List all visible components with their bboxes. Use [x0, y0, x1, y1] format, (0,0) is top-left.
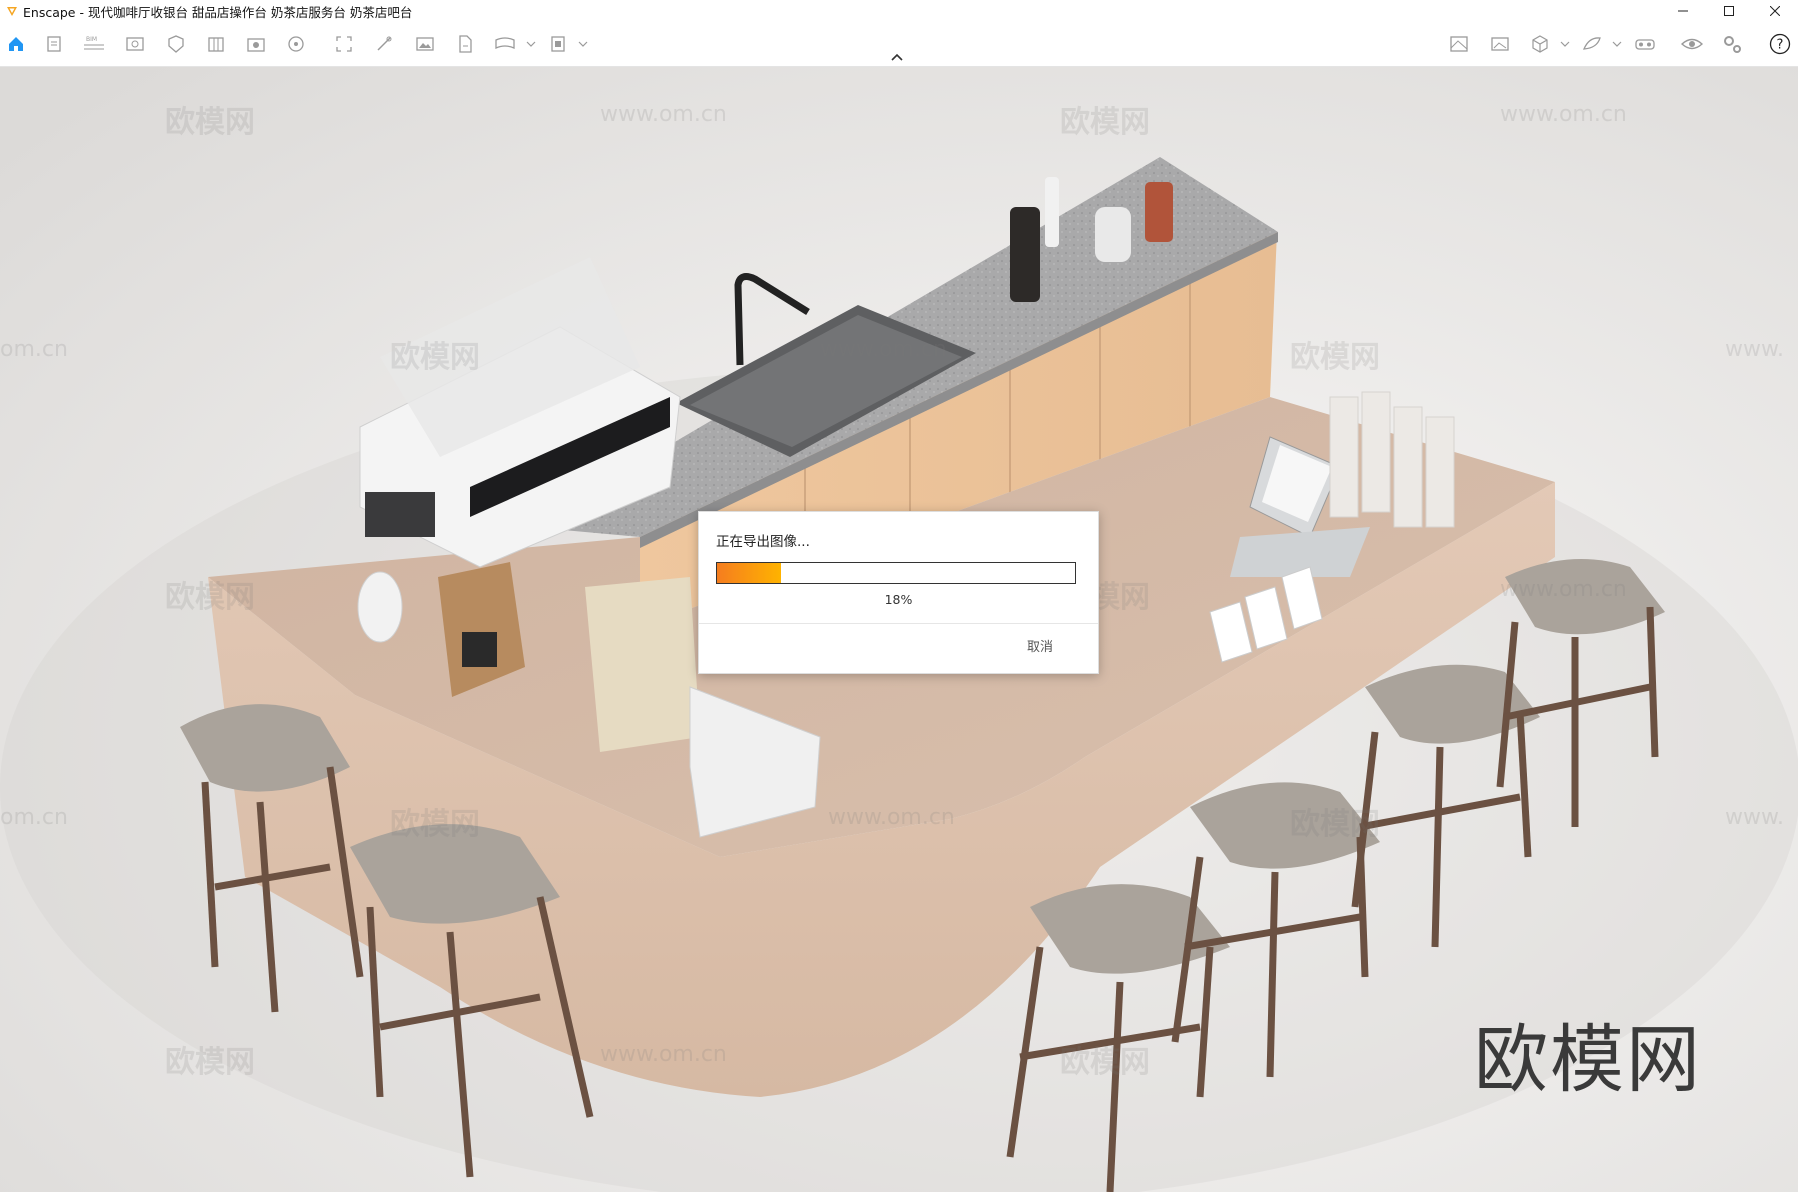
batch-icon	[551, 36, 565, 52]
progress-fill	[717, 563, 782, 583]
asset-button[interactable]	[164, 32, 188, 56]
cube-dropdown-icon[interactable]	[1560, 40, 1570, 48]
bim-icon: BIM	[84, 36, 104, 50]
watermark-url: www.om.cn	[600, 102, 727, 127]
cube-button[interactable]	[1528, 32, 1552, 56]
watermark-url: www.	[1725, 805, 1784, 830]
video-icon	[288, 36, 304, 52]
map-icon	[1450, 36, 1468, 52]
cube-icon	[1532, 35, 1548, 53]
watermark-logo: 欧模网	[1060, 105, 1150, 140]
watermark-url: www.	[1725, 337, 1784, 362]
watermark-logo: 欧模网	[1290, 807, 1380, 842]
progress-percentage: 18%	[884, 592, 913, 607]
gallery-icon	[1491, 37, 1509, 51]
vr-headset-button[interactable]	[1633, 32, 1657, 56]
bim-button[interactable]: BIM	[82, 32, 106, 56]
window-title: Enscape - 现代咖啡厅收银台 甜品店操作台 奶茶店服务台 奶茶店吧台	[23, 4, 413, 20]
dialog-divider	[699, 623, 1098, 624]
video-button[interactable]	[284, 32, 308, 56]
screenshot-button[interactable]	[244, 32, 268, 56]
visibility-button[interactable]	[1680, 32, 1704, 56]
library-icon	[208, 37, 224, 52]
file-export-button[interactable]	[453, 32, 477, 56]
material-dropdown-icon[interactable]	[1612, 40, 1622, 48]
dialog-title: 正在导出图像...	[716, 534, 810, 550]
watermark-logo: 欧模网	[390, 340, 480, 375]
view-button[interactable]	[123, 32, 147, 56]
headset-icon	[1635, 39, 1655, 50]
draw-button[interactable]	[372, 32, 396, 56]
svg-text:?: ?	[1777, 38, 1784, 53]
document-icon	[47, 36, 61, 52]
minimize-button[interactable]	[1660, 0, 1706, 22]
brand-watermark: 欧模网	[1474, 1017, 1702, 1103]
settings-button[interactable]	[1720, 32, 1744, 56]
gallery-button[interactable]	[1488, 32, 1512, 56]
watermark-url: www.om.cn	[828, 805, 955, 830]
minimize-icon	[1678, 10, 1688, 12]
watermark-logo: 欧模网	[1290, 340, 1380, 375]
enscape-logo-icon	[7, 7, 17, 16]
panorama-dropdown-icon[interactable]	[526, 40, 536, 48]
watermark-logo: 欧模网	[165, 1045, 255, 1080]
capture-icon	[336, 36, 352, 52]
watermark-url: www.om.cn	[1500, 577, 1627, 602]
home-button[interactable]	[4, 32, 28, 56]
maximize-button[interactable]	[1706, 0, 1752, 22]
map-button[interactable]	[1447, 32, 1471, 56]
material-icon	[1582, 37, 1601, 50]
batch-button[interactable]	[546, 32, 570, 56]
collapse-toolbar-icon[interactable]	[890, 52, 904, 62]
screenshot-icon	[247, 38, 265, 52]
progress-bar	[716, 562, 1076, 584]
watermark-url: www.om.cn	[600, 1042, 727, 1067]
batch-dropdown-icon[interactable]	[578, 40, 588, 48]
watermark-url: www.om.cn	[1500, 102, 1627, 127]
export-progress-dialog: 正在导出图像... 18% 取消	[698, 511, 1099, 674]
visibility-icon	[1681, 38, 1703, 50]
view-icon	[126, 37, 144, 51]
watermark-logo: 欧模网	[165, 580, 255, 615]
close-button[interactable]	[1752, 0, 1798, 22]
asset-icon	[168, 35, 184, 53]
file-export-icon	[459, 35, 472, 53]
maximize-icon	[1724, 6, 1734, 16]
help-button[interactable]: ?	[1768, 32, 1792, 56]
panorama-icon	[495, 37, 515, 49]
svg-text:BIM: BIM	[86, 36, 97, 43]
library-button[interactable]	[204, 32, 228, 56]
watermark-logo: 欧模网	[165, 105, 255, 140]
home-icon	[9, 37, 23, 51]
watermark-url: om.cn	[0, 337, 68, 362]
watermark-logo: 欧模网	[1060, 1045, 1150, 1080]
image-icon	[416, 37, 434, 51]
cancel-button[interactable]: 取消	[1027, 636, 1053, 655]
draw-icon	[377, 36, 392, 51]
panorama-button[interactable]	[493, 32, 517, 56]
settings-icon	[1724, 36, 1741, 53]
help-icon: ?	[1769, 33, 1791, 55]
capture-button[interactable]	[332, 32, 356, 56]
image-button[interactable]	[413, 32, 437, 56]
watermark-url: www.om.cn	[820, 337, 947, 362]
document-button[interactable]	[42, 32, 66, 56]
close-icon	[1770, 6, 1780, 16]
watermark-url: om.cn	[0, 805, 68, 830]
material-button[interactable]	[1580, 32, 1604, 56]
watermark-logo: 欧模网	[390, 807, 480, 842]
title-bar: Enscape - 现代咖啡厅收银台 甜品店操作台 奶茶店服务台 奶茶店吧台	[0, 0, 1798, 22]
